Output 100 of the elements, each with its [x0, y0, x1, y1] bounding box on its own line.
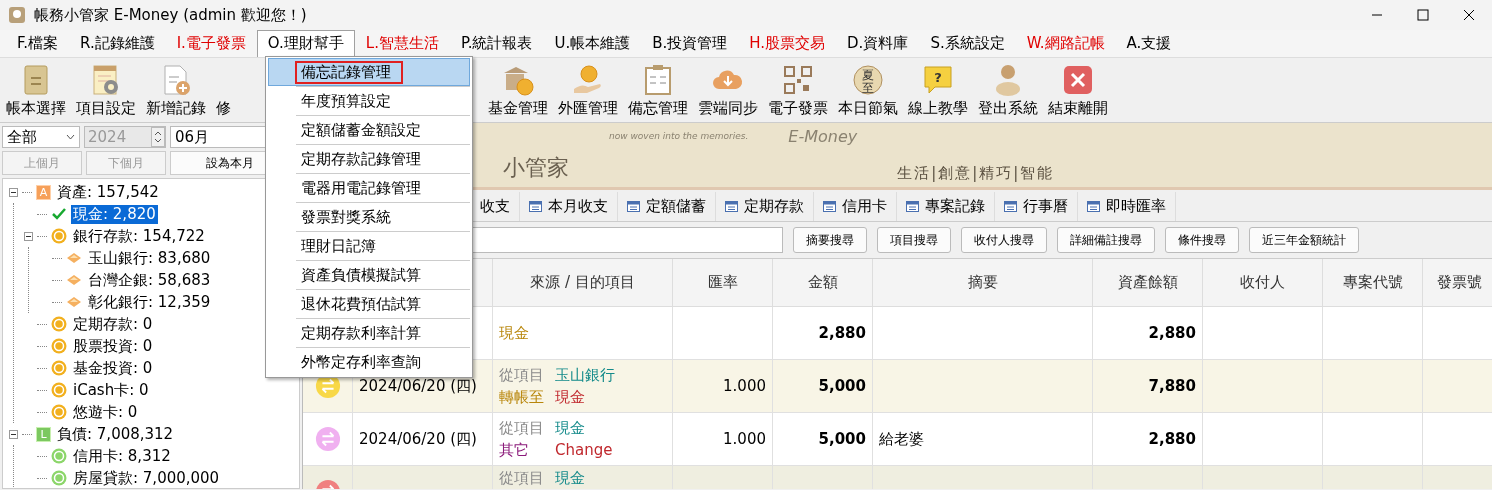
tree-item[interactable]: 台灣企銀: 58,683	[86, 270, 213, 290]
qr-code-icon	[781, 63, 815, 97]
menu-item[interactable]: F.檔案	[6, 30, 69, 57]
rate-cell: 1.000	[673, 413, 773, 466]
toolbar-button[interactable]: 線上教學	[908, 99, 968, 118]
menu-item[interactable]: 定期存款利率計算	[268, 319, 470, 347]
coin-icon	[51, 316, 67, 332]
tree-item[interactable]: 悠遊卡: 0	[71, 402, 140, 422]
tree-item[interactable]: 房屋貸款: 7,000,000	[71, 468, 222, 488]
tag-icon	[66, 250, 82, 266]
menu-item[interactable]: 資產負債模擬試算	[268, 261, 470, 289]
tag-icon	[66, 294, 82, 310]
menu-item[interactable]: 電器用電記錄管理	[268, 174, 470, 202]
balance-cell: 2,880	[1093, 307, 1203, 360]
toolbar-button[interactable]: 新增記錄	[146, 99, 206, 118]
toolbar-button[interactable]: 基金管理	[488, 99, 548, 118]
toolbar-button[interactable]: 項目設定	[76, 99, 136, 118]
tree-item[interactable]: 資產: 157,542	[55, 182, 161, 202]
tree-item[interactable]: 銀行存款: 154,722	[71, 226, 207, 246]
search-button[interactable]: 摘要搜尋	[793, 227, 867, 253]
menu-item[interactable]: I.電子發票	[165, 30, 257, 57]
tab[interactable]: 專案記錄	[897, 192, 995, 221]
column-header[interactable]: 來源 / 目的項目	[493, 259, 673, 307]
column-header[interactable]: 發票號	[1423, 259, 1492, 307]
banner-name: 小管家	[503, 154, 569, 182]
tab[interactable]: 定額儲蓄	[618, 192, 716, 221]
direction-label: 轉帳至	[499, 387, 545, 408]
tree-item[interactable]: 基金投資: 0	[71, 358, 155, 378]
asset-badge-icon: A	[36, 184, 51, 200]
tree-item[interactable]: 彰化銀行: 12,359	[86, 292, 213, 312]
column-header[interactable]: 收付人	[1203, 259, 1323, 307]
table-icon	[1004, 201, 1017, 212]
toolbar-button[interactable]: 登出系統	[978, 99, 1038, 118]
column-header[interactable]: 金額	[773, 259, 873, 307]
tree-item[interactable]: 股票投資: 0	[71, 336, 155, 356]
toolbar-button[interactable]: 修	[216, 99, 231, 118]
tree-item[interactable]: 信用卡: 8,312	[71, 446, 173, 466]
toolbar-button[interactable]: 電子發票	[768, 99, 828, 118]
coin-icon	[51, 228, 67, 244]
collapse-toggle[interactable]	[9, 429, 18, 439]
toolbar-button[interactable]: 外匯管理	[558, 99, 618, 118]
search-button[interactable]: 近三年金額統計	[1249, 227, 1359, 253]
collapse-toggle[interactable]	[9, 187, 18, 197]
account-name: 現金	[499, 323, 529, 344]
toolbar-button[interactable]: 雲端同步	[698, 99, 758, 118]
tab[interactable]: 本月收支	[520, 192, 618, 221]
menu-item[interactable]: W.網路記帳	[1015, 30, 1116, 57]
maximize-icon[interactable]	[1417, 9, 1429, 21]
menu-item[interactable]: 理財日記簿	[268, 232, 470, 260]
menu-item[interactable]: B.投資管理	[641, 30, 739, 57]
toolbar-button[interactable]: 帳本選擇	[6, 99, 66, 118]
check-icon	[51, 206, 67, 222]
direction-label: 其它	[499, 440, 530, 461]
menu-item[interactable]: 退休花費預估試算	[268, 290, 470, 318]
toolbar-button[interactable]: 本日節氣	[838, 99, 898, 118]
category-dropdown[interactable]: 全部	[2, 126, 80, 148]
menu-item[interactable]: 年度預算設定	[268, 87, 470, 115]
table-icon	[823, 201, 836, 212]
balance-cell: 2,880	[1093, 413, 1203, 466]
tree-item[interactable]: 負債: 7,008,312	[55, 424, 176, 444]
tree-item[interactable]: 玉山銀行: 83,680	[86, 248, 213, 268]
toolbar-button[interactable]: 結束離開	[1048, 99, 1108, 118]
table-icon	[529, 201, 542, 212]
menu-item[interactable]: 備忘記錄管理	[268, 58, 470, 86]
table-icon	[725, 201, 738, 212]
column-header[interactable]: 摘要	[873, 259, 1093, 307]
column-header[interactable]: 專案代號	[1323, 259, 1423, 307]
tree-item[interactable]: 現金: 2,820	[71, 204, 158, 224]
menu-item[interactable]: D.資料庫	[836, 30, 920, 57]
window-title: 帳務小管家 E-Money (admin 歡迎您！)	[34, 5, 308, 25]
close-icon[interactable]	[1463, 9, 1475, 21]
collapse-toggle[interactable]	[24, 231, 33, 241]
menu-item[interactable]: P.統計報表	[449, 30, 544, 57]
search-button[interactable]: 收付人搜尋	[961, 227, 1047, 253]
tree-item[interactable]: iCash卡: 0	[71, 380, 151, 400]
menu-item[interactable]: U.帳本維護	[543, 30, 642, 57]
search-button[interactable]: 詳細備註搜尋	[1057, 227, 1155, 253]
column-header[interactable]: 匯率	[673, 259, 773, 307]
menu-item[interactable]: S.系統設定	[919, 30, 1016, 57]
solar-term-icon: 夏至	[851, 63, 885, 97]
toolbar-button[interactable]: 備忘管理	[628, 99, 688, 118]
search-button[interactable]: 條件搜尋	[1165, 227, 1239, 253]
tab[interactable]: 信用卡	[814, 192, 897, 221]
tab[interactable]: 即時匯率	[1078, 192, 1176, 221]
column-header[interactable]: 資產餘額	[1093, 259, 1203, 307]
tree-item[interactable]: 定期存款: 0	[71, 314, 155, 334]
menu-item[interactable]: 發票對獎系統	[268, 203, 470, 231]
close-icon	[1061, 63, 1095, 97]
tag-icon	[66, 272, 82, 288]
tab[interactable]: 定期存款	[716, 192, 814, 221]
menu-item[interactable]: R.記錄維護	[69, 30, 166, 57]
chevron-down-icon	[66, 134, 75, 140]
tab[interactable]: 行事曆	[995, 192, 1078, 221]
menu-item[interactable]: O.理財幫手	[256, 30, 355, 57]
banner-brand: E-Money	[788, 127, 858, 146]
menu-item[interactable]: H.股票交易	[738, 30, 837, 57]
rate-cell: 1.000	[673, 360, 773, 413]
menu-item[interactable]: A.支援	[1115, 30, 1183, 57]
search-button[interactable]: 項目搜尋	[877, 227, 951, 253]
menu-item[interactable]: L.智慧生活	[354, 30, 450, 57]
